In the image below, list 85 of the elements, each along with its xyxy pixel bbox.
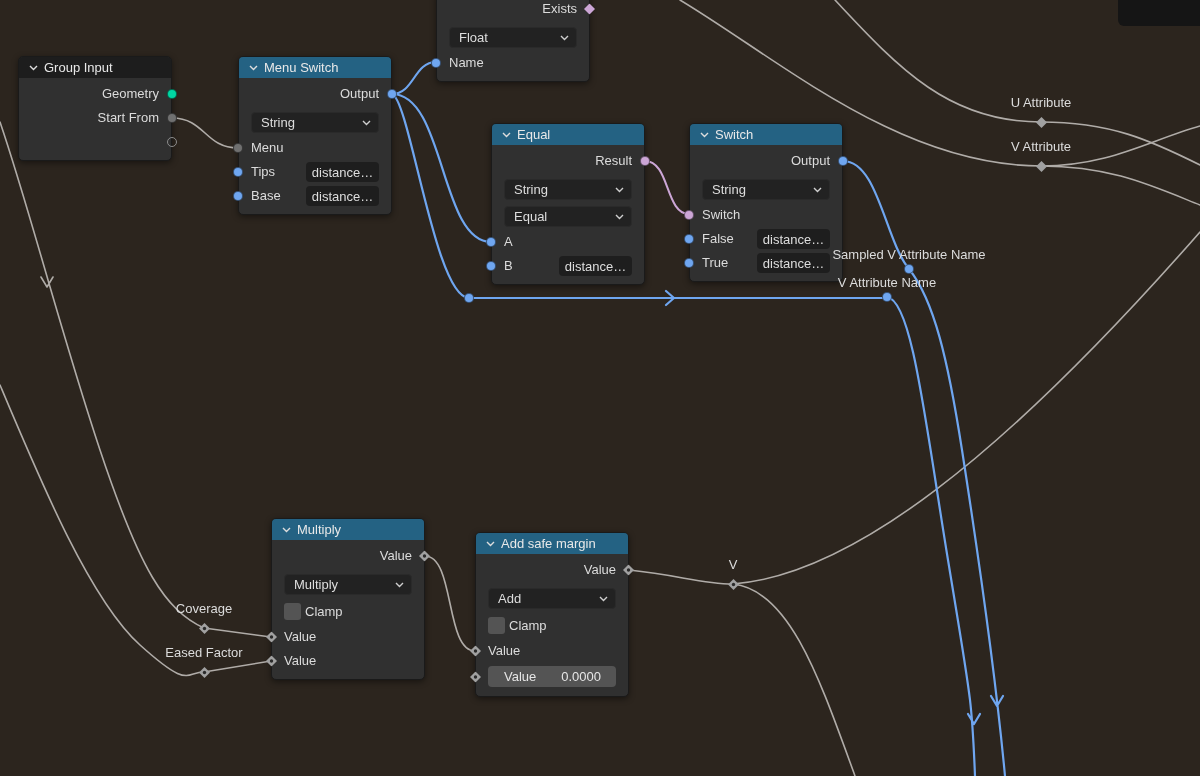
node-title: Multiply <box>297 521 342 538</box>
reroute-diamond-icon[interactable] <box>198 667 210 678</box>
socket-label: Value <box>488 643 521 659</box>
caret-icon <box>599 595 608 602</box>
node-title: Add safe margin <box>501 535 596 552</box>
reroute-dot-icon[interactable] <box>904 264 914 274</box>
socket-diamond-icon[interactable] <box>470 671 481 682</box>
socket-label: Geometry <box>101 86 159 102</box>
checkbox-label: Clamp <box>509 617 547 634</box>
socket-dot-icon[interactable] <box>233 191 243 201</box>
socket-dot-icon[interactable] <box>233 143 243 153</box>
socket-label: Value <box>379 548 412 564</box>
reroute-diamond-icon[interactable] <box>1035 117 1047 128</box>
socket-label: Value <box>284 653 317 669</box>
socket-label: Value <box>284 629 317 645</box>
reroute-diamond-icon[interactable] <box>727 579 739 590</box>
reroute-label: V Attribute <box>1011 138 1071 154</box>
node-title: Group Input <box>44 59 113 76</box>
socket-dot-icon[interactable] <box>684 210 694 220</box>
reroute-label: Eased Factor <box>165 644 243 660</box>
socket-label: Start From <box>97 110 159 126</box>
socket-label: Output <box>339 86 379 102</box>
reroute-label: Coverage <box>175 600 233 616</box>
dropdown[interactable]: Add <box>488 588 616 609</box>
reroute-diamond-icon[interactable] <box>1035 161 1047 172</box>
socket-label: False <box>702 231 734 247</box>
checkbox[interactable] <box>284 603 301 620</box>
socket-diamond-icon[interactable] <box>419 550 430 562</box>
text-field[interactable]: distance… <box>757 253 830 273</box>
socket-label: Switch <box>702 207 741 223</box>
dropdown[interactable]: Float <box>449 27 577 48</box>
text-field[interactable]: distance… <box>306 186 379 206</box>
socket-dot-icon[interactable] <box>684 234 694 244</box>
dropdown[interactable]: Equal <box>504 206 632 227</box>
socket-label: A <box>504 234 513 250</box>
node-title: Switch <box>715 126 754 143</box>
dropdown[interactable]: Multiply <box>284 574 412 595</box>
socket-label: Name <box>449 55 484 71</box>
caret-icon <box>813 186 822 193</box>
socket-diamond-icon[interactable] <box>623 564 634 576</box>
socket-dot-icon[interactable] <box>167 113 177 123</box>
socket-diamond-icon[interactable] <box>584 3 595 15</box>
socket-label: True <box>702 255 729 271</box>
node-title: Equal <box>517 126 551 143</box>
chevron-down-icon[interactable] <box>29 64 38 71</box>
socket-dot-icon[interactable] <box>838 156 848 166</box>
socket-dot-icon[interactable] <box>486 237 496 247</box>
socket-dot-icon[interactable] <box>684 258 694 268</box>
reroute-dot-icon[interactable] <box>464 293 474 303</box>
text-field[interactable]: distance… <box>559 256 632 276</box>
socket-dot-icon[interactable] <box>233 167 243 177</box>
socket-label: Tips <box>251 164 276 180</box>
socket-label: Output <box>790 153 830 169</box>
text-field[interactable]: distance… <box>306 162 379 182</box>
caret-icon <box>615 186 624 193</box>
socket-dot-icon[interactable] <box>387 89 397 99</box>
socket-dot-icon[interactable] <box>486 261 496 271</box>
socket-label: Value <box>583 562 616 578</box>
socket-label: B <box>504 258 513 274</box>
reroute-diamond-icon[interactable] <box>198 623 210 634</box>
text-field[interactable]: distance… <box>757 229 830 249</box>
socket-label: Result <box>595 153 632 169</box>
socket-label: Exists <box>542 1 577 17</box>
checkbox[interactable] <box>488 617 505 634</box>
number-field[interactable]: Value 0.0000 <box>488 666 616 687</box>
socket-dot-icon[interactable] <box>640 156 650 166</box>
reroute-dot-icon[interactable] <box>882 292 892 302</box>
caret-icon <box>362 119 371 126</box>
dropdown[interactable]: String <box>702 179 830 200</box>
socket-dot-icon[interactable] <box>431 58 441 68</box>
reroute-label: V <box>728 556 738 572</box>
dropdown[interactable]: String <box>251 112 379 133</box>
caret-icon <box>560 34 569 41</box>
caret-icon <box>615 213 624 220</box>
socket-label: Base <box>251 188 281 204</box>
caret-icon <box>395 581 404 588</box>
socket-label: Menu <box>251 140 284 156</box>
socket-diamond-icon[interactable] <box>266 631 277 643</box>
reroute-label: U Attribute <box>1010 94 1072 110</box>
socket-dot-icon[interactable] <box>167 89 177 99</box>
socket-diamond-icon[interactable] <box>470 645 481 657</box>
socket-diamond-icon[interactable] <box>266 655 277 667</box>
node-title: Menu Switch <box>264 59 339 76</box>
dropdown[interactable]: String <box>504 179 632 200</box>
checkbox-label: Clamp <box>305 603 343 620</box>
